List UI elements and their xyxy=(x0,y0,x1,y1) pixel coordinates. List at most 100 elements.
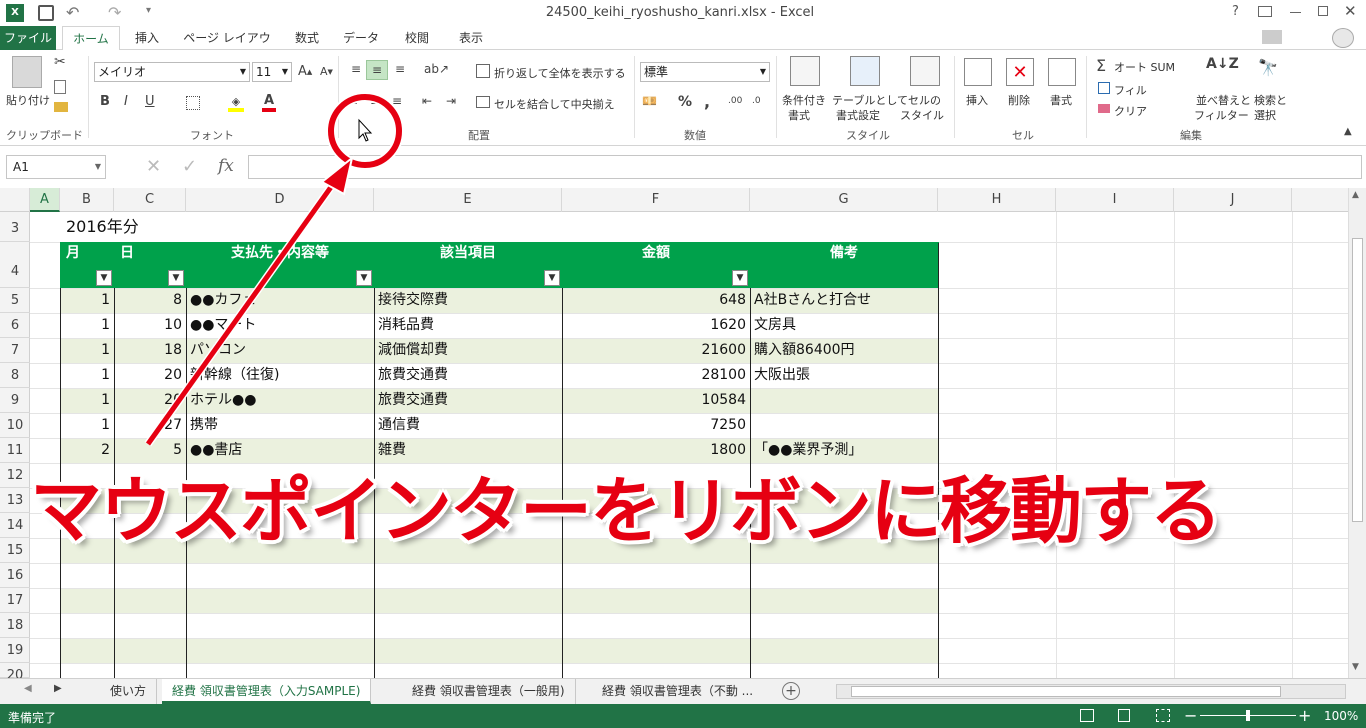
wrap-text-icon[interactable] xyxy=(476,64,490,78)
row-header[interactable]: 18 xyxy=(0,613,30,638)
increase-indent-icon[interactable]: ⇥ xyxy=(446,94,456,108)
find-select-line1[interactable]: 検索と xyxy=(1254,92,1287,108)
cell-payee[interactable]: ホテル●● xyxy=(186,388,374,413)
format-cells-icon[interactable] xyxy=(1048,58,1076,86)
italic-button[interactable]: I xyxy=(124,94,128,109)
bold-button[interactable]: B xyxy=(100,94,110,109)
conditional-format-icon[interactable] xyxy=(790,56,820,86)
cell-day[interactable]: 20 xyxy=(114,388,186,413)
cell-payee[interactable]: 新幹線（往復) xyxy=(186,363,374,388)
column-header-f[interactable]: F xyxy=(562,188,750,212)
cell-month[interactable]: 1 xyxy=(60,413,114,438)
row-header[interactable]: 6 xyxy=(0,313,30,338)
find-select-line2[interactable]: 選択 xyxy=(1254,107,1276,123)
cell-month[interactable]: 1 xyxy=(60,313,114,338)
row-header[interactable]: 8 xyxy=(0,363,30,388)
row-header[interactable]: 4 xyxy=(0,242,30,288)
row-header[interactable]: 12 xyxy=(0,463,30,488)
cell-day[interactable]: 27 xyxy=(114,413,186,438)
horizontal-scrollbar[interactable] xyxy=(836,684,1346,699)
cell-category[interactable]: 旅費交通費 xyxy=(374,363,562,388)
header-category[interactable]: 該当項目 xyxy=(374,242,562,288)
select-all-corner[interactable] xyxy=(0,188,30,212)
filter-dropdown-icon[interactable]: ▼ xyxy=(96,270,112,286)
row-header[interactable]: 10 xyxy=(0,413,30,438)
zoom-out-icon[interactable]: − xyxy=(1184,706,1197,725)
conditional-format-line2[interactable]: 書式 xyxy=(788,107,810,123)
column-header-j[interactable]: J xyxy=(1174,188,1292,212)
column-header-a[interactable]: A xyxy=(30,188,60,212)
cell-notes[interactable]: 文房具 xyxy=(750,313,938,338)
worksheet-grid[interactable]: 2016年分 月 ▼ 日 ▼ 支払先・内容等 ▼ 該当項目 ▼ 金額 ▼ 備考 … xyxy=(30,212,1348,678)
row-header[interactable]: 9 xyxy=(0,388,30,413)
row-header[interactable]: 16 xyxy=(0,563,30,588)
header-notes[interactable]: 備考 xyxy=(750,242,938,288)
redo-icon[interactable]: ↷ xyxy=(108,3,121,22)
cell-payee[interactable]: ●●マート xyxy=(186,313,374,338)
ribbon-display-options-icon[interactable] xyxy=(1258,6,1272,17)
column-header-h[interactable]: H xyxy=(938,188,1056,212)
name-box[interactable]: A1 ▼ xyxy=(6,155,106,179)
percent-button[interactable]: % xyxy=(678,94,692,110)
tab-insert[interactable]: 挿入 xyxy=(124,26,170,50)
underline-button[interactable]: U xyxy=(145,94,155,109)
row-header[interactable]: 17 xyxy=(0,588,30,613)
user-account-icon[interactable] xyxy=(1262,30,1282,44)
cell-month[interactable]: 1 xyxy=(60,363,114,388)
quick-access-customize-icon[interactable]: ▾ xyxy=(146,5,151,16)
zoom-level[interactable]: 100% xyxy=(1324,709,1358,723)
cell-day[interactable]: 20 xyxy=(114,363,186,388)
cell-styles-line2[interactable]: スタイル xyxy=(900,107,944,123)
row-header[interactable]: 7 xyxy=(0,338,30,363)
zoom-slider[interactable] xyxy=(1200,710,1296,721)
format-as-table-line2[interactable]: 書式設定 xyxy=(836,107,880,123)
decrease-font-icon[interactable]: A ▼ xyxy=(320,65,333,78)
cell-amount[interactable]: 28100 xyxy=(562,363,750,388)
align-top-icon[interactable]: ≡ xyxy=(348,62,364,76)
cell-category[interactable]: 消耗品費 xyxy=(374,313,562,338)
cell-notes[interactable]: 大阪出張 xyxy=(750,363,938,388)
excel-icon[interactable]: X xyxy=(6,4,24,22)
fill-button[interactable]: フィル xyxy=(1114,82,1147,98)
row-header[interactable]: 11 xyxy=(0,438,30,463)
page-break-view-icon[interactable] xyxy=(1156,709,1170,722)
insert-cells-button[interactable]: 挿入 xyxy=(966,92,988,108)
help-button[interactable]: ? xyxy=(1232,4,1239,19)
sort-filter-line2[interactable]: フィルター xyxy=(1194,107,1249,123)
tab-data[interactable]: データ xyxy=(338,26,384,50)
cell-styles-line1[interactable]: セルの xyxy=(908,92,941,108)
avatar[interactable] xyxy=(1332,28,1354,48)
find-select-icon[interactable]: 🔭 xyxy=(1258,58,1278,77)
merge-center-button[interactable]: セルを結合して中央揃え xyxy=(494,96,615,112)
filter-dropdown-icon[interactable]: ▼ xyxy=(544,270,560,286)
page-layout-view-icon[interactable] xyxy=(1118,709,1130,722)
clear-icon[interactable] xyxy=(1098,104,1110,113)
cell-payee[interactable]: パソコン xyxy=(186,338,374,363)
insert-cells-icon[interactable] xyxy=(964,58,992,86)
orientation-icon[interactable]: ab↗ xyxy=(424,62,449,76)
format-as-table-icon[interactable] xyxy=(850,56,880,86)
close-icon[interactable]: ✕ xyxy=(1344,2,1357,20)
paste-icon[interactable] xyxy=(12,56,42,88)
align-right-icon[interactable]: ≡ xyxy=(392,94,402,108)
cell-payee[interactable]: ●●カフェ xyxy=(186,288,374,313)
tab-view[interactable]: 表示 xyxy=(448,26,494,50)
increase-decimal-icon[interactable]: .00 xyxy=(728,96,742,106)
increase-font-icon[interactable]: A ▲ xyxy=(298,64,312,79)
fill-color-icon[interactable]: ◈ xyxy=(228,94,244,112)
column-header-d[interactable]: D xyxy=(186,188,374,212)
cell-day[interactable]: 18 xyxy=(114,338,186,363)
minimize-icon[interactable] xyxy=(1290,12,1301,13)
header-payee[interactable]: 支払先・内容等 xyxy=(186,242,374,288)
delete-cells-icon[interactable]: ✕ xyxy=(1006,58,1034,86)
number-format-select[interactable]: 標準 ▼ xyxy=(640,62,770,82)
wrap-text-button[interactable]: 折り返して全体を表示する xyxy=(494,65,626,81)
undo-icon[interactable]: ↶ xyxy=(66,3,79,22)
copy-icon[interactable] xyxy=(54,80,66,94)
column-header-g[interactable]: G xyxy=(750,188,938,212)
cell-styles-icon[interactable] xyxy=(910,56,940,86)
filter-dropdown-icon[interactable]: ▼ xyxy=(732,270,748,286)
cell-payee[interactable]: 携帯 xyxy=(186,413,374,438)
sheet-tab-active[interactable]: 経費 領収書管理表（入力SAMPLE) xyxy=(162,679,372,704)
cell-category[interactable]: 接待交際費 xyxy=(374,288,562,313)
